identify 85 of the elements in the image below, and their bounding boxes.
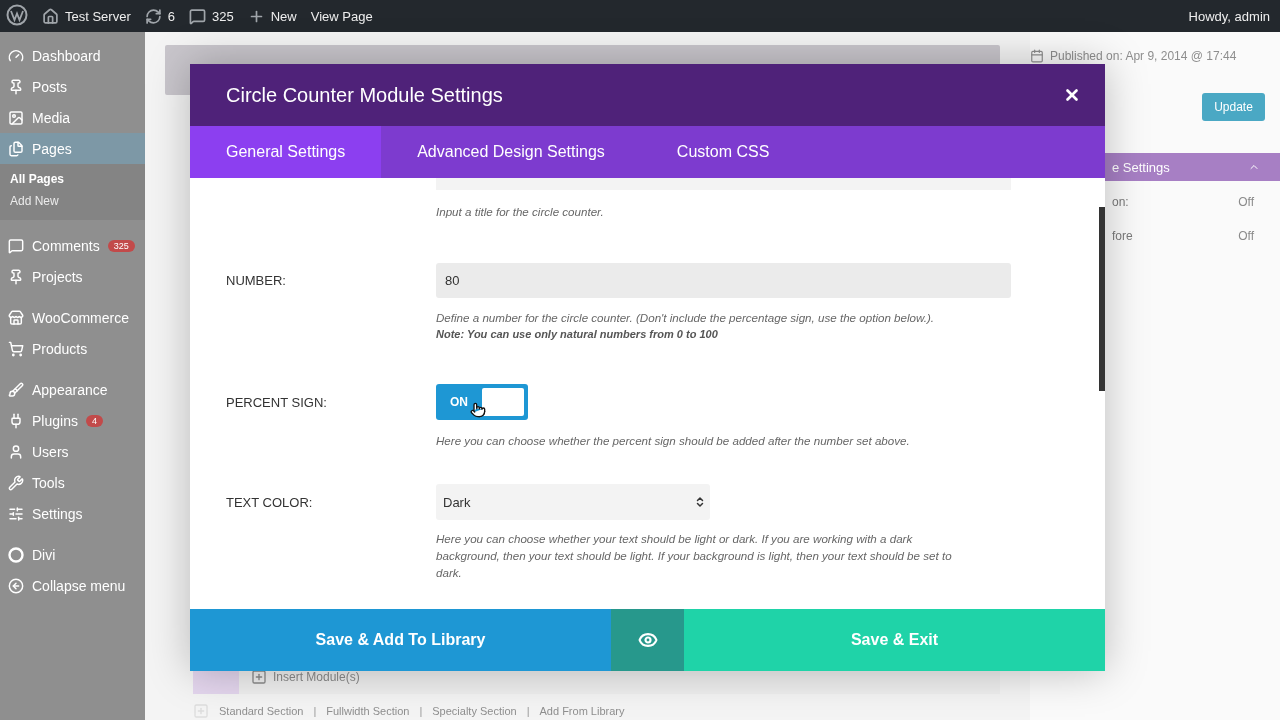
sidebar-item[interactable]: Divi [0, 539, 145, 570]
user-icon [8, 443, 24, 460]
count-badge: 4 [85, 414, 103, 427]
cart-icon [8, 340, 24, 357]
view-page-link[interactable]: View Page [310, 8, 373, 24]
plug-icon [8, 412, 24, 429]
settings-tab[interactable]: Advanced Design Settings [381, 126, 641, 178]
toggle-switch[interactable]: ON [436, 384, 528, 420]
greeting[interactable]: Howdy, admin [1188, 8, 1270, 24]
toolbar-item[interactable]: 6 [144, 7, 175, 25]
field-note: Note: You can use only natural numbers from 0 to 100 [436, 327, 719, 342]
sidebar-item[interactable]: Products [0, 333, 145, 364]
collapse-icon [8, 577, 24, 594]
separator: | [313, 705, 317, 717]
submenu-item[interactable]: Add New [0, 190, 145, 212]
separator: | [419, 705, 423, 717]
toolbar-item[interactable]: Test Server [42, 7, 131, 25]
published-date: Published on: Apr 9, 2014 @ 17:44 [1050, 49, 1237, 63]
add-icon [251, 669, 267, 685]
count-badge: 325 [107, 239, 135, 252]
settings-tab[interactable]: Custom CSS [640, 126, 806, 178]
modal-title: Circle Counter Module Settings [226, 83, 503, 107]
color-select[interactable]: Dark [436, 484, 710, 520]
setting-label: on: [1112, 195, 1129, 209]
number-field[interactable]: 80 [436, 263, 1011, 298]
logo-icon[interactable] [6, 3, 28, 26]
field-label: PERCENT SIGN: [226, 394, 328, 410]
speech-bubble-icon [8, 237, 24, 254]
select-arrows-icon [694, 496, 706, 508]
sidebar-item[interactable]: Settings [0, 498, 145, 529]
pin-icon [8, 268, 24, 285]
home-icon [42, 7, 59, 25]
sidebar-item[interactable]: Posts [0, 71, 145, 102]
wrench-icon [8, 474, 24, 491]
field-description: Input a title for the circle counter. [436, 204, 605, 220]
setting-label: fore [1112, 229, 1133, 243]
setting-value[interactable]: Off [1238, 229, 1254, 243]
update-button[interactable]: Update [1202, 93, 1265, 121]
field-label: NUMBER: [226, 273, 287, 288]
speech-bubble-icon [189, 7, 206, 25]
settings-tab[interactable]: General Settings [190, 126, 382, 178]
eye-icon [637, 630, 658, 650]
sidebar-item[interactable]: Appearance [0, 374, 145, 405]
brush-icon [8, 381, 24, 398]
insert-module-button[interactable]: Insert Module(s) [251, 669, 360, 685]
close-button[interactable] [1063, 86, 1081, 104]
sidebar-item[interactable]: WooCommerce [0, 302, 145, 333]
sliders-icon [8, 505, 24, 522]
pin-icon [8, 78, 24, 95]
circle-icon [8, 546, 24, 563]
separator: | [526, 705, 530, 717]
toolbar-item[interactable]: 325 [189, 7, 234, 25]
store-icon [8, 309, 24, 326]
sidebar-item[interactable]: Collapse menu [0, 570, 145, 601]
add-icon [193, 703, 209, 719]
close-icon [1063, 86, 1081, 104]
field-description: Here you can choose whether your text should be light or dark. If you are working with a dark background, then your text should be light. If your background is light, then your text should be set to dark. [436, 531, 953, 581]
toolbar-item[interactable]: New [247, 7, 297, 25]
section-link[interactable]: Specialty Section [432, 705, 517, 717]
sidebar-item[interactable]: Tools [0, 467, 145, 498]
scrollbar-thumb[interactable] [1099, 207, 1105, 391]
sidebar-item[interactable]: Comments 325 [0, 230, 145, 261]
hand-cursor-icon [470, 402, 486, 418]
preview-button[interactable] [611, 609, 684, 671]
sidebar-item[interactable]: Dashboard [0, 40, 145, 71]
gauge-icon [8, 47, 24, 64]
field-description: Define a number for the circle counter. (Don't include the percentage sign, use the option below.). [436, 310, 936, 326]
setting-value[interactable]: Off [1238, 195, 1254, 209]
image-icon [8, 109, 24, 126]
sidebar-item[interactable]: Plugins 4 [0, 405, 145, 436]
calendar-icon [1030, 49, 1044, 63]
save-library-button[interactable]: Save & Add To Library [190, 609, 611, 671]
field-description: Here you can choose whether the percent sign should be added after the number set above. [436, 433, 911, 449]
sidebar-item[interactable]: Projects [0, 261, 145, 292]
pages-icon [8, 140, 24, 157]
sidebar-item[interactable]: Media [0, 102, 145, 133]
field-label: TEXT COLOR: [226, 494, 314, 510]
submenu-item[interactable]: All Pages [0, 168, 145, 190]
save-exit-button[interactable]: Save & Exit [684, 609, 1105, 671]
refresh-icon [144, 7, 162, 25]
section-link[interactable]: Fullwidth Section [326, 705, 410, 717]
sidebar-item[interactable]: Pages [0, 133, 145, 164]
section-link[interactable]: Standard Section [219, 705, 304, 717]
sidebar-item[interactable]: Users [0, 436, 145, 467]
section-link[interactable]: Add From Library [539, 705, 625, 717]
